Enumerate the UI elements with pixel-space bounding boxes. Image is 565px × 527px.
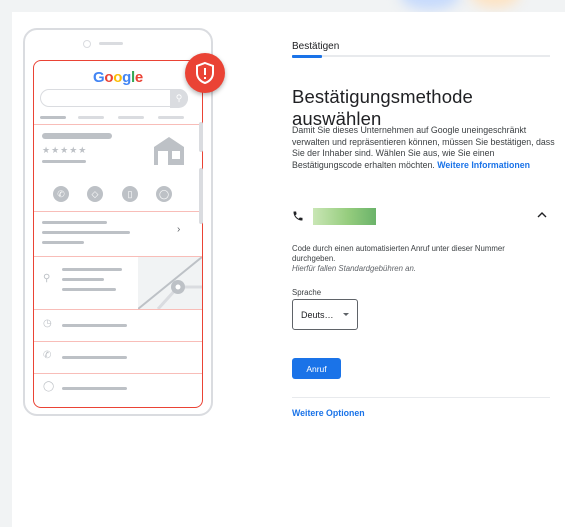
more-info-link[interactable]: Weitere Informationen	[437, 160, 530, 170]
placeholder-line	[118, 116, 144, 119]
background-decoration	[470, 0, 520, 8]
search-bar-illustration	[40, 89, 188, 107]
tab-bar-divider	[292, 55, 550, 57]
phone-icon	[293, 211, 303, 221]
phone-icon: ✆	[53, 186, 69, 202]
more-options-link[interactable]: Weitere Optionen	[292, 408, 365, 418]
speaker-icon	[99, 42, 123, 45]
background-decoration	[400, 0, 460, 10]
language-select-value: Deuts…	[301, 310, 334, 320]
page-title: Bestätigungsmethode auswählen	[292, 86, 473, 129]
rating-stars: ★★★★★	[42, 145, 88, 155]
fee-note: Hierfür fallen Standardgebühren an.	[292, 264, 416, 273]
placeholder-line	[62, 288, 116, 291]
placeholder-line	[40, 116, 66, 119]
divider	[34, 211, 202, 212]
tab-verify[interactable]: Bestätigen	[292, 41, 339, 52]
phone-side-button	[199, 168, 203, 224]
call-description: Code durch einen automatisierten Anruf u…	[292, 244, 547, 274]
placeholder-line	[62, 324, 127, 327]
chevron-up-icon[interactable]	[536, 210, 548, 220]
call-info: Code durch einen automatisierten Anruf u…	[292, 244, 505, 263]
map-icon	[138, 257, 202, 309]
placeholder-line	[78, 116, 104, 119]
placeholder-line	[62, 387, 127, 390]
camera-icon	[83, 40, 91, 48]
placeholder-line	[42, 231, 130, 234]
description: Damit Sie dieses Unternehmen auf Google …	[292, 125, 555, 172]
call-button[interactable]: Anruf	[292, 358, 341, 379]
placeholder-line	[42, 133, 112, 139]
google-logo: Google	[93, 69, 143, 86]
store-icon	[154, 137, 184, 165]
clock-icon: ◷	[43, 318, 52, 329]
language-label: Sprache	[292, 288, 322, 297]
shield-alert-icon	[185, 53, 225, 93]
divider	[34, 124, 202, 125]
placeholder-line	[158, 116, 184, 119]
phone-number-redacted	[313, 208, 376, 225]
placeholder-line	[42, 241, 84, 244]
divider	[34, 309, 202, 310]
phone-side-button	[199, 122, 203, 152]
globe-icon: ◯	[156, 186, 172, 202]
divider	[34, 373, 202, 374]
placeholder-line	[62, 268, 122, 271]
language-select[interactable]: Deuts…	[292, 299, 358, 330]
divider	[34, 341, 202, 342]
phone-screen: Google ⚲ ★★★★★ ✆ ◇ ▯ ◯ › ⚲ ◷ ✆ ◯	[33, 60, 203, 408]
phone-icon: ✆	[43, 350, 52, 361]
chevron-right-icon: ›	[177, 224, 181, 235]
placeholder-line	[42, 221, 107, 224]
divider	[292, 397, 550, 398]
directions-icon: ◇	[87, 186, 103, 202]
tab-active-indicator	[292, 55, 322, 58]
placeholder-line	[62, 356, 127, 359]
caret-down-icon	[343, 313, 349, 316]
bookmark-icon: ▯	[122, 186, 138, 202]
globe-icon: ◯	[43, 381, 55, 392]
location-pin-icon: ⚲	[43, 273, 51, 284]
placeholder-line	[42, 160, 86, 163]
placeholder-line	[62, 278, 104, 281]
